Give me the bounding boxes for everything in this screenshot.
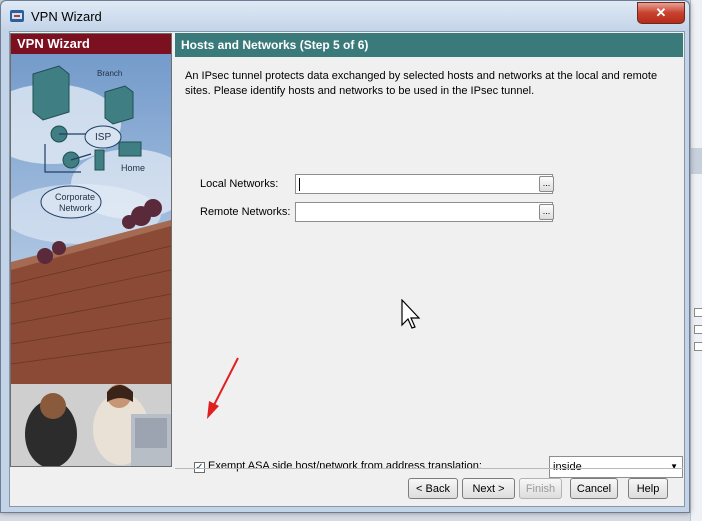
step-description: An IPsec tunnel protects data exchanged … — [185, 70, 658, 97]
close-button[interactable]: ✕ — [637, 2, 685, 24]
vpn-wizard-window: VPN Wizard ✕ Branch ISP Home Corporate N… — [0, 0, 690, 513]
background-tab — [691, 148, 702, 174]
exempt-translation-label: Exempt ASA side host/network from addres… — [208, 460, 482, 472]
ellipsis-icon: ... — [542, 206, 551, 216]
remote-networks-browse-button[interactable]: ... — [539, 204, 554, 220]
back-button[interactable]: < Back — [408, 478, 458, 499]
close-icon: ✕ — [655, 5, 667, 20]
home-label: Home — [121, 163, 145, 173]
text-caret — [299, 178, 300, 191]
step-content: An IPsec tunnel protects data exchanged … — [175, 58, 683, 478]
wizard-button-bar: < Back Next > Finish Cancel Help — [10, 472, 684, 506]
cisco-asdm-icon — [10, 10, 24, 22]
wizard-side-header: VPN Wizard — [11, 34, 171, 54]
remote-networks-field[interactable] — [295, 202, 553, 222]
step-title: Hosts and Networks (Step 5 of 6) — [175, 33, 683, 57]
local-networks-field[interactable] — [295, 174, 553, 194]
background-window-edge — [690, 0, 702, 521]
wizard-illustration: Branch ISP Home Corporate Network VPN Wi… — [10, 33, 172, 467]
branch-label: Branch — [97, 69, 122, 78]
cancel-button[interactable]: Cancel — [570, 478, 618, 499]
finish-button[interactable]: Finish — [519, 478, 562, 499]
help-button[interactable]: Help — [628, 478, 668, 499]
network-label: Network — [59, 203, 93, 213]
next-button[interactable]: Next > — [462, 478, 515, 499]
wizard-client-area: Branch ISP Home Corporate Network VPN Wi… — [9, 31, 685, 507]
remote-networks-label: Remote Networks: — [200, 206, 291, 218]
local-networks-browse-button[interactable]: ... — [539, 176, 554, 192]
isp-label: ISP — [95, 132, 111, 143]
ellipsis-icon: ... — [542, 178, 551, 188]
local-networks-label: Local Networks: — [200, 178, 279, 190]
background-checkbox — [694, 325, 702, 334]
mouse-cursor-icon — [401, 299, 421, 329]
button-separator — [175, 468, 683, 469]
title-bar[interactable]: VPN Wizard ✕ — [1, 1, 689, 31]
corporate-label: Corporate — [55, 192, 95, 202]
window-title: VPN Wizard — [31, 9, 102, 24]
network-illustration: Branch ISP Home Corporate Network — [11, 34, 171, 466]
background-checkbox — [694, 308, 702, 317]
background-checkbox — [694, 342, 702, 351]
